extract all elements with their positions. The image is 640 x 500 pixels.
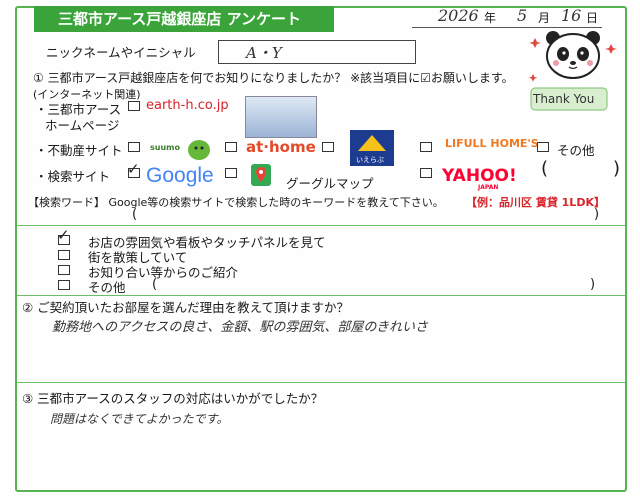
yahoo-logo: YAHOO! (442, 166, 517, 186)
athome-checkbox[interactable] (225, 142, 237, 152)
survey-title: 三都市アース戸越銀座店 アンケート (34, 6, 334, 32)
nickname-value: A・Y (246, 44, 282, 62)
date-day-unit: 日 (586, 11, 599, 25)
q1b-other-close-paren: ) (590, 277, 596, 292)
athome-logo: at·home (246, 138, 316, 156)
search-label: ・検索サイト (35, 169, 111, 184)
date-year: 2026 (438, 6, 479, 25)
nickname-label: ニックネームやイニシャル (46, 45, 196, 60)
lifull-logo: LIFULL HOME'S (445, 137, 539, 150)
other-site-open-paren: ( (541, 158, 549, 179)
q1b-check-mark: ✓ (57, 226, 70, 244)
suumo-mascot-icon (188, 140, 210, 160)
q3-answer[interactable]: 問題はなくできてよかったです。 (50, 410, 228, 427)
google-logo: Google (146, 164, 214, 188)
yahoo-checkbox[interactable] (420, 168, 432, 178)
other-site-close-paren: ) (613, 158, 621, 179)
suumo-checkbox[interactable] (128, 142, 140, 152)
section-divider (17, 295, 625, 296)
keyword-label: 【検索ワード】 Google等の検索サイトで検索した時のキーワードを教えて下さい… (28, 196, 444, 209)
date-month: 5 (517, 6, 528, 25)
keyword-close-paren: ) (594, 207, 600, 222)
yahoo-japan-logo: JAPAN (478, 184, 499, 191)
q2-answer[interactable]: 勤務地へのアクセスの良さ、金額、駅の雰囲気、部屋のきれいさ (52, 316, 428, 335)
ieichiba-label: いえらぶ (356, 156, 384, 164)
google-maps-icon (251, 164, 271, 186)
suumo-logo: suumo (150, 143, 180, 152)
homepage-screenshot-image (245, 96, 317, 138)
google-letters: Google (146, 164, 214, 187)
realestate-label: ・不動産サイト (35, 143, 123, 158)
q1-question: ① 三都市アース戸越銀座店を何でお知りになりましたか？ ※該当項目に☑お願いしま… (33, 71, 514, 85)
lifull-checkbox[interactable] (420, 142, 432, 152)
other-site-checkbox[interactable] (537, 142, 549, 152)
date-month-unit: 月 (538, 11, 551, 25)
q1b-checkbox-referral[interactable] (58, 265, 70, 275)
earth-logo: earth-h.co.jp (146, 98, 229, 113)
thank-you-label: Thank You (533, 92, 595, 106)
ieichiba-checkbox[interactable] (322, 142, 334, 152)
ieichiba-house-icon (358, 135, 386, 151)
date-day: 16 (561, 6, 582, 25)
keyword-open-paren: ( (132, 207, 138, 222)
q3-question: ③ 三都市アースのスタッフの対応はいかがでしたか？ (22, 391, 324, 406)
homepage-label-2: ホームページ (45, 118, 120, 133)
googlemaps-checkbox[interactable] (225, 168, 237, 178)
section-divider (17, 382, 625, 383)
section-divider (17, 225, 625, 226)
google-check-mark: ✓ (127, 160, 140, 178)
q1b-checkbox-other[interactable] (58, 280, 70, 290)
date-year-unit: 年 (484, 11, 497, 25)
keyword-example: 【例：品川区 賃貸 1LDK】 (466, 196, 605, 209)
homepage-checkbox[interactable] (128, 101, 140, 111)
googlemaps-label: グーグルマップ (286, 176, 374, 191)
q1b-item-other: その他 (88, 280, 126, 295)
other-site-label: その他 (557, 143, 595, 158)
q1b-checkbox-walk[interactable] (58, 250, 70, 260)
q1b-other-open-paren: ( (152, 277, 158, 292)
q2-question: ② ご契約頂いたお部屋を選んだ理由を教えて頂けますか？ (22, 300, 350, 315)
